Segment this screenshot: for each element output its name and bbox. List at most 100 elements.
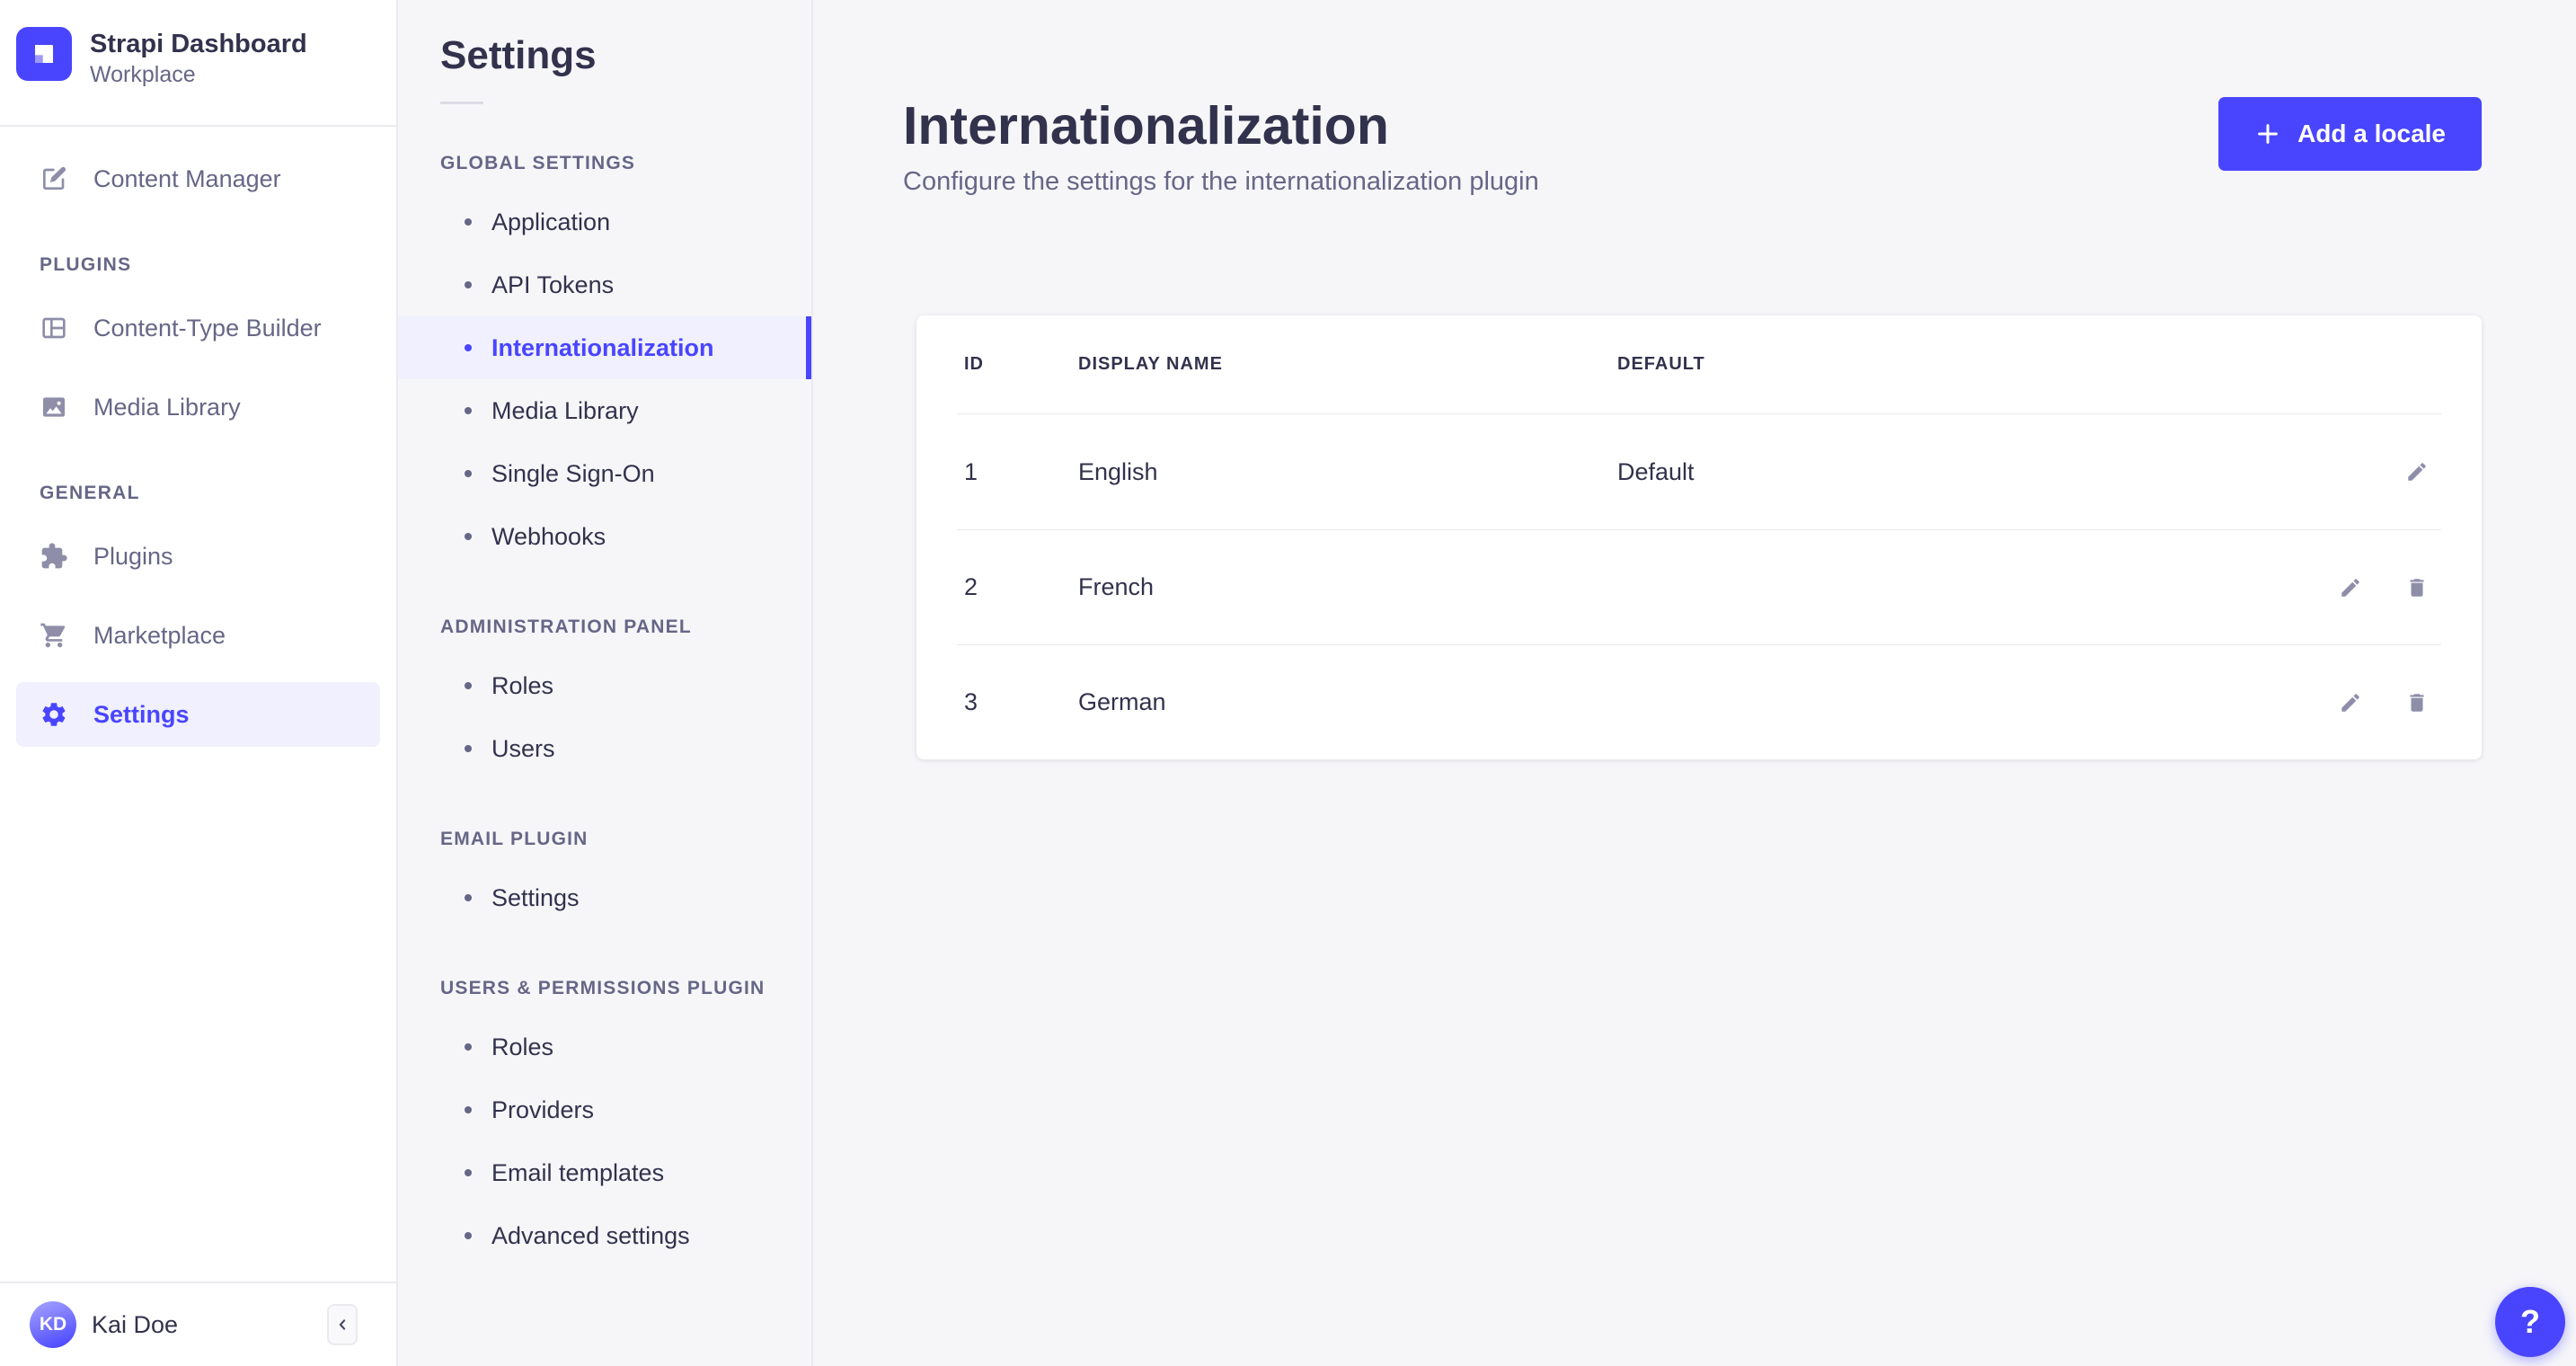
subnav-item-label: Providers bbox=[491, 1095, 595, 1123]
sidebar-footer: KD Kai Doe bbox=[0, 1282, 396, 1366]
brand-workspace: Workplace bbox=[90, 62, 196, 87]
bullet-icon bbox=[465, 344, 472, 351]
avatar[interactable]: KD bbox=[30, 1301, 76, 1348]
subnav-item-admin-roles[interactable]: Roles bbox=[398, 654, 811, 717]
subnav-item-internationalization[interactable]: Internationalization bbox=[398, 316, 811, 379]
collapse-sidebar-button[interactable] bbox=[327, 1304, 358, 1345]
help-button[interactable]: ? bbox=[2495, 1287, 2565, 1357]
bullet-icon bbox=[465, 533, 472, 540]
sidebar-item-marketplace[interactable]: Marketplace bbox=[16, 603, 380, 668]
sidebar-item-label: Settings bbox=[93, 700, 190, 728]
subnav-item-up-email-templates[interactable]: Email templates bbox=[398, 1141, 811, 1204]
media-library-icon bbox=[40, 393, 68, 421]
bullet-icon bbox=[465, 470, 472, 477]
plus-icon bbox=[2254, 120, 2281, 147]
strapi-logo-icon bbox=[16, 27, 72, 81]
subnav-item-api-tokens[interactable]: API Tokens bbox=[398, 253, 811, 316]
subnav-item-label: API Tokens bbox=[491, 271, 615, 298]
bullet-icon bbox=[465, 281, 472, 288]
trash-icon bbox=[2405, 576, 2429, 599]
bullet-icon bbox=[465, 407, 472, 414]
sidebar-item-content-manager[interactable]: Content Manager bbox=[16, 146, 380, 211]
delete-locale-button[interactable] bbox=[2405, 691, 2429, 714]
settings-subnav: Settings GLOBAL SETTINGS Application API… bbox=[398, 0, 813, 1366]
subnav-item-label: Users bbox=[491, 734, 555, 762]
subnav-item-label: Roles bbox=[491, 1033, 554, 1060]
chevron-left-icon bbox=[333, 1316, 351, 1334]
subnav-title-divider bbox=[440, 102, 483, 104]
sidebar-item-label: Plugins bbox=[93, 542, 173, 570]
bullet-icon bbox=[465, 894, 472, 901]
trash-icon bbox=[2405, 691, 2429, 714]
content-manager-icon bbox=[40, 164, 68, 193]
cell-id: 3 bbox=[964, 688, 978, 715]
sidebar-item-settings[interactable]: Settings bbox=[16, 682, 380, 747]
page-title: Internationalization bbox=[903, 96, 1389, 155]
subnav-item-label: Internationalization bbox=[491, 333, 714, 361]
sidebar-item-label: Content Manager bbox=[93, 164, 281, 192]
pencil-icon bbox=[2405, 460, 2429, 483]
table-header-row: ID DISPLAY NAME DEFAULT bbox=[957, 315, 2441, 414]
sidebar-item-label: Content-Type Builder bbox=[93, 314, 322, 342]
main-content: Internationalization Configure the setti… bbox=[813, 0, 2576, 1366]
subnav-item-up-advanced-settings[interactable]: Advanced settings bbox=[398, 1204, 811, 1267]
subnav-item-single-sign-on[interactable]: Single Sign-On bbox=[398, 442, 811, 505]
subnav-item-label: Application bbox=[491, 208, 611, 235]
subnav-item-label: Single Sign-On bbox=[491, 459, 655, 487]
subnav-section-email-plugin: EMAIL PLUGIN bbox=[440, 829, 589, 849]
table-row[interactable]: 1 English Default bbox=[957, 414, 2441, 529]
subnav-section-administration-panel: ADMINISTRATION PANEL bbox=[440, 616, 692, 637]
subnav-item-up-roles[interactable]: Roles bbox=[398, 1016, 811, 1078]
sidebar-item-content-type-builder[interactable]: Content-Type Builder bbox=[16, 296, 380, 360]
subnav-item-label: Email templates bbox=[491, 1158, 665, 1186]
sidebar-section-plugins: PLUGINS bbox=[40, 254, 132, 275]
subnav-item-label: Settings bbox=[491, 883, 580, 911]
page-header: Internationalization Configure the setti… bbox=[813, 0, 2576, 197]
delete-locale-button[interactable] bbox=[2405, 576, 2429, 599]
sidebar-item-media-library[interactable]: Media Library bbox=[16, 375, 380, 439]
col-header-display-name: DISPLAY NAME bbox=[1078, 354, 1223, 374]
sidebar-item-plugins[interactable]: Plugins bbox=[16, 524, 380, 589]
sidebar-nav: Content Manager PLUGINS Content-Type Bui… bbox=[0, 127, 396, 754]
gear-icon bbox=[40, 700, 68, 729]
edit-locale-button[interactable] bbox=[2339, 691, 2362, 714]
subnav-item-email-settings[interactable]: Settings bbox=[398, 866, 811, 929]
content-type-builder-icon bbox=[40, 314, 68, 342]
bullet-icon bbox=[465, 682, 472, 689]
cell-id: 2 bbox=[964, 573, 978, 600]
subnav-title: Settings bbox=[440, 33, 597, 77]
cell-id: 1 bbox=[964, 457, 978, 485]
subnav-item-label: Media Library bbox=[491, 396, 639, 424]
col-header-default: DEFAULT bbox=[1617, 354, 1705, 374]
subnav-item-webhooks[interactable]: Webhooks bbox=[398, 505, 811, 568]
cell-default: Default bbox=[1617, 457, 1695, 485]
edit-locale-button[interactable] bbox=[2405, 460, 2429, 483]
page-subtitle: Configure the settings for the internati… bbox=[903, 167, 1539, 196]
cart-icon bbox=[40, 621, 68, 650]
subnav-item-up-providers[interactable]: Providers bbox=[398, 1078, 811, 1141]
brand[interactable]: Strapi Dashboard Workplace bbox=[0, 0, 396, 89]
pencil-icon bbox=[2339, 576, 2362, 599]
subnav-section-users-permissions-plugin: USERS & PERMISSIONS PLUGIN bbox=[440, 978, 766, 998]
bullet-icon bbox=[465, 1043, 472, 1051]
cell-display-name: English bbox=[1078, 457, 1158, 485]
subnav-item-label: Webhooks bbox=[491, 522, 606, 550]
add-locale-button[interactable]: Add a locale bbox=[2218, 97, 2482, 171]
table-row[interactable]: 3 German bbox=[957, 644, 2441, 759]
bullet-icon bbox=[465, 1169, 472, 1176]
subnav-item-admin-users[interactable]: Users bbox=[398, 717, 811, 780]
edit-locale-button[interactable] bbox=[2339, 576, 2362, 599]
bullet-icon bbox=[465, 1232, 472, 1239]
cell-display-name: German bbox=[1078, 688, 1166, 715]
brand-name: Strapi Dashboard bbox=[90, 30, 307, 58]
sidebar-section-general: GENERAL bbox=[40, 483, 140, 503]
subnav-item-media-library[interactable]: Media Library bbox=[398, 379, 811, 442]
subnav-item-application[interactable]: Application bbox=[398, 191, 811, 253]
bullet-icon bbox=[465, 218, 472, 226]
pencil-icon bbox=[2339, 691, 2362, 714]
subnav-item-label: Advanced settings bbox=[491, 1221, 690, 1249]
add-locale-label: Add a locale bbox=[2297, 120, 2446, 147]
user-name: Kai Doe bbox=[92, 1310, 179, 1338]
table-row[interactable]: 2 French bbox=[957, 529, 2441, 644]
locales-table-card: ID DISPLAY NAME DEFAULT 1 English Defaul… bbox=[916, 315, 2482, 759]
